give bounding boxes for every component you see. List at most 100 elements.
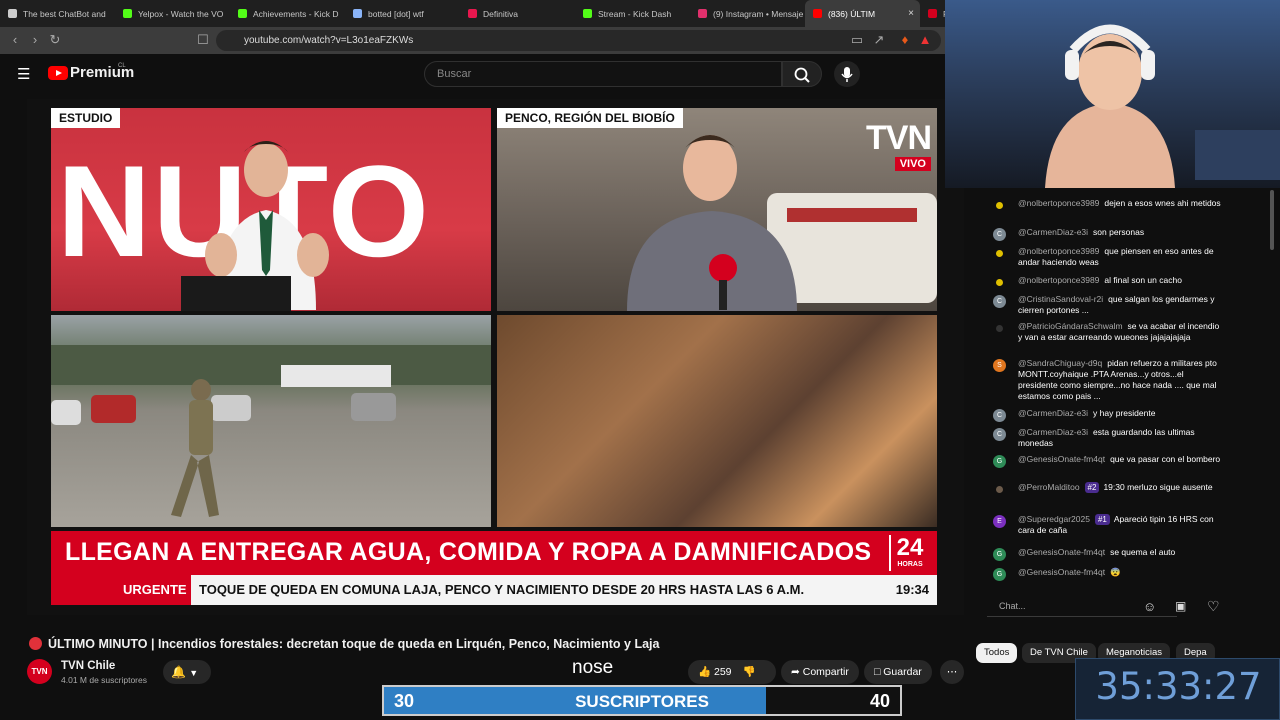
chat-avatar[interactable]: G — [993, 548, 1006, 561]
like-button[interactable]: 👍 259 👎 — [688, 660, 776, 684]
browser-tab-bar: The best ChatBot and Yelpox - Watch the V… — [0, 0, 945, 27]
tab-favicon-icon — [813, 9, 822, 18]
chat-avatar[interactable]: G — [993, 568, 1006, 581]
browser-tab[interactable]: botted [dot] wtf — [345, 0, 460, 27]
24-horas-logo: 24 HORAS — [889, 535, 929, 571]
chat-avatar[interactable] — [996, 250, 1003, 257]
chat-author[interactable]: @nolbertoponce3989 — [1018, 198, 1099, 208]
browser-tab[interactable]: Definitiva — [460, 0, 575, 27]
chat-filter-chip[interactable]: Todos — [976, 643, 1018, 663]
share-page-icon[interactable]: ↗ — [870, 32, 888, 48]
chat-avatar[interactable]: C — [993, 409, 1006, 422]
tab-favicon-icon — [468, 9, 477, 18]
chat-author[interactable]: @PerroMalditoo — [1018, 482, 1080, 492]
browser-tab[interactable]: Po — [920, 0, 945, 27]
chat-scrollbar[interactable] — [1270, 190, 1274, 250]
browser-tab[interactable]: Achievements - Kick D — [230, 0, 345, 27]
chair-element — [1195, 130, 1280, 180]
chat-author[interactable]: @CarmenDiaz-e3i — [1018, 427, 1088, 437]
notifications-button[interactable]: 🔔 ▼ — [163, 660, 211, 684]
chat-author[interactable]: @GenesisOnate-fm4qt — [1018, 567, 1105, 577]
chat-author[interactable]: @nolbertoponce3989 — [1018, 275, 1099, 285]
back-icon[interactable]: ‹ — [6, 32, 24, 47]
tab-favicon-icon — [583, 9, 592, 18]
cast-icon[interactable]: ▭ — [848, 32, 866, 48]
24-horas-number: 24 — [896, 534, 924, 561]
chat-author[interactable]: @Superedgar2025 — [1018, 514, 1090, 524]
youtube-logo-icon[interactable] — [48, 66, 68, 80]
chat-author[interactable]: @GenesisOnate-fm4qt — [1018, 547, 1105, 557]
emoji-icon[interactable]: ☺ — [1143, 599, 1156, 614]
voice-search-button[interactable] — [834, 61, 860, 87]
chat-author[interactable]: @GenesisOnate-fm4qt — [1018, 454, 1105, 464]
save-label: Guardar — [883, 666, 922, 678]
region-code: CL — [118, 63, 126, 69]
browser-tab[interactable]: Yelpox - Watch the VO — [115, 0, 230, 27]
chat-text: 19:30 merluzo sigue ausente — [1103, 482, 1213, 492]
tab-label: Definitiva — [483, 8, 518, 19]
bookmark-icon[interactable]: ☐ — [194, 32, 212, 48]
url-field[interactable]: youtube.com/watch?v=L3o1eaFZKWs — [216, 30, 941, 51]
browser-tab[interactable]: Stream - Kick Dash — [575, 0, 690, 27]
tab-favicon-icon — [928, 9, 937, 18]
chat-avatar[interactable]: S — [993, 359, 1006, 372]
chat-author[interactable]: @SandraChiguay-d9q — [1018, 358, 1102, 368]
chevron-down-icon: ▼ — [189, 668, 199, 678]
chat-author[interactable]: @nolbertoponce3989 — [1018, 246, 1099, 256]
chat-author[interactable]: @PatricioGándaraSchwalm — [1018, 321, 1123, 331]
headline-bar: LLEGAN A ENTREGAR AGUA, COMIDA Y ROPA A … — [51, 531, 937, 575]
search-button[interactable] — [782, 61, 822, 87]
brave-shield-icon[interactable]: ♦ — [896, 32, 914, 47]
browser-tab[interactable]: (9) Instagram • Mensaje — [690, 0, 805, 27]
chat-avatar[interactable]: E — [993, 515, 1006, 528]
browser-tab[interactable]: The best ChatBot and — [0, 0, 115, 27]
chat-author[interactable]: @CristinaSandoval-r2i — [1018, 294, 1103, 304]
channel-avatar[interactable]: TVN — [27, 659, 52, 684]
live-chat: @nolbertoponce3989 dejen a esos wnes ahi … — [975, 190, 1245, 590]
save-button[interactable]: □ Guardar — [864, 660, 932, 684]
close-tab-icon[interactable]: × — [908, 8, 914, 19]
share-icon: ➦ — [791, 666, 800, 678]
subscriber-goal-bar: 30 SUSCRIPTORES 40 — [382, 685, 902, 716]
chat-avatar[interactable] — [996, 325, 1003, 332]
more-actions-button[interactable]: ⋯ — [940, 660, 964, 684]
chat-avatar[interactable] — [996, 486, 1003, 493]
search-input[interactable]: Buscar — [424, 61, 782, 87]
heart-icon[interactable]: ♡ — [1207, 598, 1220, 615]
tab-favicon-icon — [353, 9, 362, 18]
webcam-overlay — [945, 0, 1280, 188]
ticker-bar: URGENTE TOQUE DE QUEDA EN COMUNA LAJA, P… — [51, 575, 937, 605]
chat-avatar[interactable]: C — [993, 228, 1006, 241]
share-button[interactable]: ➦ Compartir — [781, 660, 859, 684]
chat-author[interactable]: @CarmenDiaz-e3i — [1018, 227, 1088, 237]
chat-avatar[interactable] — [996, 202, 1003, 209]
video-title: ÚLTIMO MINUTO | Incendios forestales: de… — [48, 637, 660, 651]
field-report-pane: PENCO, REGIÓN DEL BIOBÍO TVN VIVO — [497, 108, 937, 311]
browser-tab[interactable]: (836) ÚLTIM × — [805, 0, 920, 27]
24-horas-sub: HORAS — [897, 561, 923, 568]
forward-icon[interactable]: › — [26, 32, 44, 47]
chat-avatar[interactable]: C — [993, 428, 1006, 441]
urgent-label: URGENTE — [51, 575, 191, 605]
menu-icon[interactable]: ☰ — [17, 65, 30, 83]
rewards-icon[interactable]: ▲ — [916, 32, 934, 47]
channel-name[interactable]: TVN Chile — [61, 660, 115, 672]
video-player[interactable]: NUTO ESTUDIO PENCO, REGIÓN DEL BIOBÍO TV… — [27, 99, 964, 615]
chat-avatar[interactable] — [996, 279, 1003, 286]
tab-favicon-icon — [123, 9, 132, 18]
thumbs-down-icon[interactable]: 👎 — [742, 666, 755, 678]
desk-laptop — [181, 276, 291, 311]
stream-caption: nose — [572, 657, 614, 678]
tvn-logo: TVN VIVO — [866, 121, 932, 172]
reload-icon[interactable]: ↻ — [46, 32, 64, 48]
super-chat-icon[interactable]: ▣ — [1175, 599, 1186, 613]
tab-favicon-icon — [698, 9, 707, 18]
chat-author[interactable]: @CarmenDiaz-e3i — [1018, 408, 1088, 418]
chat-avatar[interactable]: C — [993, 295, 1006, 308]
like-count: 259 — [714, 666, 732, 678]
tab-label: (9) Instagram • Mensaje — [713, 8, 804, 19]
youtube-header: ☰ Premium CL Buscar — [0, 54, 945, 92]
streamer-figure — [1045, 24, 1175, 188]
location-tag: PENCO, REGIÓN DEL BIOBÍO — [497, 108, 683, 128]
chat-avatar[interactable]: G — [993, 455, 1006, 468]
